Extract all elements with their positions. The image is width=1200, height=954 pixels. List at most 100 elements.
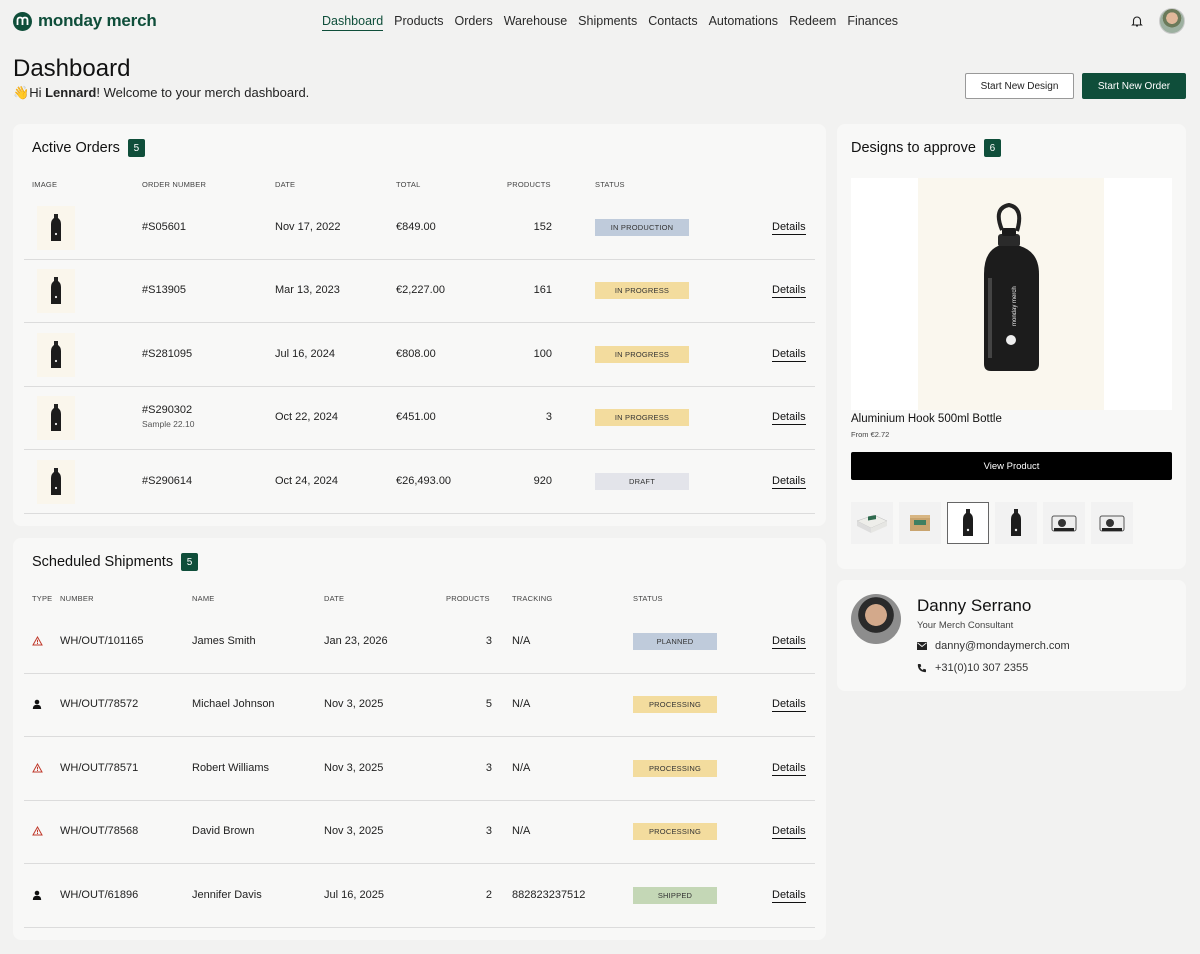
design-thumbnail-6[interactable]	[1091, 502, 1133, 544]
nav-warehouse[interactable]: Warehouse	[504, 14, 567, 31]
svg-text:monday merch: monday merch	[1012, 286, 1018, 326]
shipment-number: WH/OUT/78572	[60, 698, 139, 711]
order-status-badge: IN PROGRESS	[595, 282, 689, 300]
top-navigation: monday merch Dashboard Products Orders W…	[0, 0, 1200, 44]
order-row[interactable]: #S290614 Oct 24, 2024 €26,493.00 920 DRAFT De…	[24, 451, 815, 514]
order-status-badge: IN PROGRESS	[595, 409, 689, 427]
shipment-tracking: 882823237512	[512, 888, 586, 901]
brand-name: monday merch	[38, 11, 157, 30]
order-details-link[interactable]: Details	[772, 411, 806, 426]
order-image	[37, 396, 75, 441]
welcome-message: 👋Hi Lennard! Welcome to your merch dashb…	[13, 85, 309, 101]
greeting-prefix: Hi	[29, 85, 46, 100]
design-thumbnail-4[interactable]	[995, 502, 1037, 544]
nav-orders[interactable]: Orders	[455, 14, 493, 31]
order-image	[37, 206, 75, 250]
column-header-date: DATE	[275, 180, 296, 189]
shipment-products-count: 3	[485, 761, 492, 774]
order-row[interactable]: #S281095 Jul 16, 2024 €808.00 100 IN PROGRES…	[24, 324, 815, 387]
view-product-button[interactable]: View Product	[851, 452, 1172, 480]
design-preview[interactable]: monday merch	[851, 178, 1172, 410]
order-date: Jul 16, 2024	[275, 347, 335, 360]
shipment-tracking: N/A	[512, 825, 531, 838]
shipment-number: WH/OUT/78571	[60, 761, 139, 774]
consultant-email-line[interactable]: danny@mondaymerch.com	[917, 640, 1070, 652]
shipment-details-link[interactable]: Details	[772, 762, 806, 776]
consultant-phone[interactable]: +31(0)10 307 2355	[935, 662, 1028, 674]
order-image	[37, 269, 75, 314]
shipment-date: Jan 23, 2026	[324, 635, 388, 647]
shipment-row[interactable]: WH/OUT/78571 Robert Williams Nov 3, 2025 3 N…	[24, 738, 815, 801]
bottle-icon	[51, 467, 61, 495]
user-name: Lennard	[45, 85, 97, 100]
shipment-number: WH/OUT/61896	[60, 888, 139, 901]
nav-dashboard[interactable]: Dashboard	[322, 14, 384, 31]
consultant-phone-line[interactable]: +31(0)10 307 2355	[917, 662, 1028, 674]
wave-emoji: 👋	[13, 85, 30, 100]
logo-mark-icon	[13, 11, 32, 31]
order-details-link[interactable]: Details	[772, 284, 806, 299]
order-date: Nov 17, 2022	[275, 221, 341, 233]
greeting-suffix: ! Welcome to your merch dashboard.	[96, 85, 310, 100]
shipment-details-link[interactable]: Details	[772, 635, 806, 649]
shipment-row[interactable]: WH/OUT/101165 James Smith Jan 23, 2026 3 N/A…	[24, 611, 815, 674]
order-products-count: 161	[533, 284, 552, 297]
nav-products[interactable]: Products	[394, 14, 443, 31]
shipment-products-count: 3	[485, 825, 492, 838]
column-header-status: STATUS	[633, 594, 663, 603]
shipment-date: Jul 16, 2025	[324, 888, 384, 901]
order-number: #S290614	[142, 474, 193, 487]
nav-finances[interactable]: Finances	[847, 14, 898, 31]
person-icon	[32, 699, 42, 712]
order-row[interactable]: #S05601 Nov 17, 2022 €849.00 152 IN PRODUCTI…	[24, 197, 815, 260]
consultant-email[interactable]: danny@mondaymerch.com	[935, 640, 1070, 652]
order-total: €26,493.00	[396, 474, 452, 487]
bell-icon[interactable]	[1130, 14, 1144, 28]
shipment-details-link[interactable]: Details	[772, 889, 806, 903]
shipment-details-link[interactable]: Details	[772, 825, 806, 840]
shipment-row[interactable]: WH/OUT/61896 Jennifer Davis Jul 16, 2025 2 8…	[24, 865, 815, 928]
shipment-recipient-name: Michael Johnson	[192, 698, 275, 711]
nav-automations[interactable]: Automations	[709, 14, 778, 31]
design-thumbnail-1[interactable]	[851, 502, 893, 544]
design-thumbnail-5[interactable]	[1043, 502, 1085, 544]
brand-logo[interactable]: monday merch	[13, 11, 157, 31]
order-number-cell: #S290302 Sample 22.10	[142, 404, 194, 429]
main-nav: Dashboard Products Orders Warehouse Ship…	[322, 14, 898, 31]
order-details-link[interactable]: Details	[772, 221, 806, 235]
start-new-design-button[interactable]: Start New Design	[965, 73, 1074, 99]
shipment-recipient-name: James Smith	[192, 635, 256, 647]
designs-to-approve-card: Designs to approve 6 monday merch Alumin…	[837, 124, 1186, 569]
shipment-row[interactable]: WH/OUT/78572 Michael Johnson Nov 3, 2025 5 N…	[24, 674, 815, 738]
designs-heading: Designs to approve 6	[851, 139, 1001, 157]
nav-redeem[interactable]: Redeem	[789, 14, 836, 31]
nav-shipments[interactable]: Shipments	[578, 14, 637, 31]
order-details-link[interactable]: Details	[772, 475, 806, 489]
order-image	[37, 459, 75, 504]
order-number: #S290302	[142, 404, 193, 417]
design-thumbnail-2[interactable]	[899, 502, 941, 544]
bottle-icon	[51, 404, 61, 432]
order-subtitle: Sample 22.10	[142, 419, 195, 430]
design-thumbnail-3[interactable]	[947, 502, 989, 544]
start-new-order-button[interactable]: Start New Order	[1082, 73, 1186, 99]
nav-contacts[interactable]: Contacts	[648, 14, 697, 31]
active-orders-title: Active Orders	[32, 140, 120, 156]
shipment-recipient-name: David Brown	[192, 825, 255, 838]
user-avatar[interactable]	[1159, 8, 1185, 34]
order-status-badge: IN PROGRESS	[595, 345, 689, 363]
column-header-name: NAME	[192, 594, 215, 603]
designs-title: Designs to approve	[851, 140, 976, 156]
order-total: €451.00	[396, 411, 436, 424]
order-date: Oct 24, 2024	[275, 474, 338, 487]
consultant-name: Danny Serrano	[917, 596, 1032, 615]
order-details-link[interactable]: Details	[772, 348, 806, 362]
consultant-role: Your Merch Consultant	[917, 620, 1014, 631]
mail-icon	[917, 642, 927, 650]
shipment-details-link[interactable]: Details	[772, 698, 806, 713]
order-row[interactable]: #S13905 Mar 13, 2023 €2,227.00 161 IN PROGRE…	[24, 260, 815, 324]
shipment-row[interactable]: WH/OUT/78568 David Brown Nov 3, 2025 3 N/A PR…	[24, 801, 815, 865]
order-row[interactable]: #S290302 Sample 22.10 Oct 22, 2024 €451.00 3…	[24, 387, 815, 451]
shipment-products-count: 5	[485, 698, 492, 711]
order-total: €808.00	[396, 347, 436, 360]
